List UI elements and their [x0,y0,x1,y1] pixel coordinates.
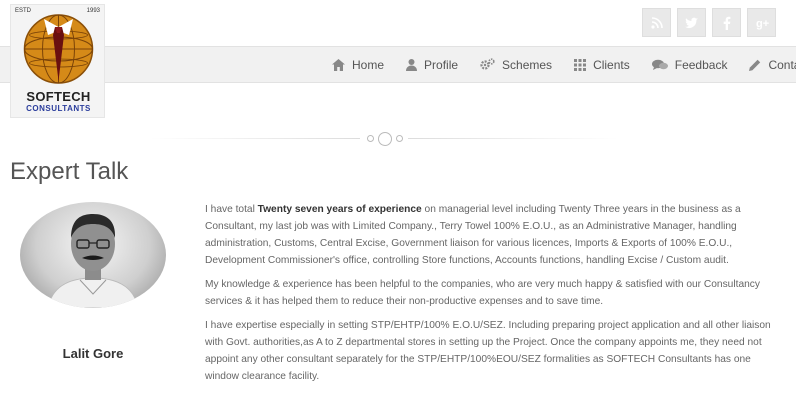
section-divider [150,132,650,146]
nav-home[interactable]: Home [332,58,384,72]
nav-feedback[interactable]: Feedback [651,57,728,72]
nav-profile-label: Profile [424,57,459,72]
gears-icon [480,58,495,71]
chat-icon [651,59,668,71]
expert-photo [20,202,166,308]
nav-profile[interactable]: Profile [406,58,458,72]
bio-paragraph: I have total Twenty seven years of exper… [205,201,785,269]
svg-text:g+: g+ [756,18,769,30]
rss-icon[interactable] [642,8,671,37]
bio-p1-intro: I have total [205,204,258,215]
expert-bio: I have total Twenty seven years of exper… [205,201,785,392]
bio-paragraph: My knowledge & experience has been helpf… [205,279,760,307]
nav-contact-label: Contact [768,57,796,72]
facebook-icon[interactable] [712,8,741,37]
nav-schemes[interactable]: Schemes [480,58,552,72]
nav-clients-label: Clients [593,57,630,72]
nav-home-label: Home [352,57,385,72]
grid-icon [574,58,587,71]
logo-year-label: 1993 [86,8,100,14]
logo-name: SOFTECH [26,89,91,104]
nav-schemes-label: Schemes [502,57,553,72]
logo-estd-label: ESTD [15,8,32,14]
globe-icon [23,14,94,84]
user-icon [406,58,418,71]
social-links: g+ [642,8,776,37]
site-logo[interactable]: ESTD 1993 SOFTECH CONSULTANTS [10,4,105,118]
bio-paragraph: I have expertise especially in setting S… [205,320,771,382]
home-icon [332,58,345,71]
twitter-icon[interactable] [677,8,706,37]
pencil-icon [749,59,761,71]
expert-name: Lalit Gore [62,346,124,361]
main-nav: Home Profile Schemes Clients Feedback Co… [332,46,796,83]
bio-p1-highlight: Twenty seven years of experience [257,204,422,215]
nav-feedback-label: Feedback [674,57,728,72]
page-title: Expert Talk [10,158,129,185]
google-plus-icon[interactable]: g+ [747,8,776,37]
logo-tagline: CONSULTANTS [26,104,91,113]
nav-clients[interactable]: Clients [574,58,630,72]
nav-contact[interactable]: Contact [749,58,796,72]
